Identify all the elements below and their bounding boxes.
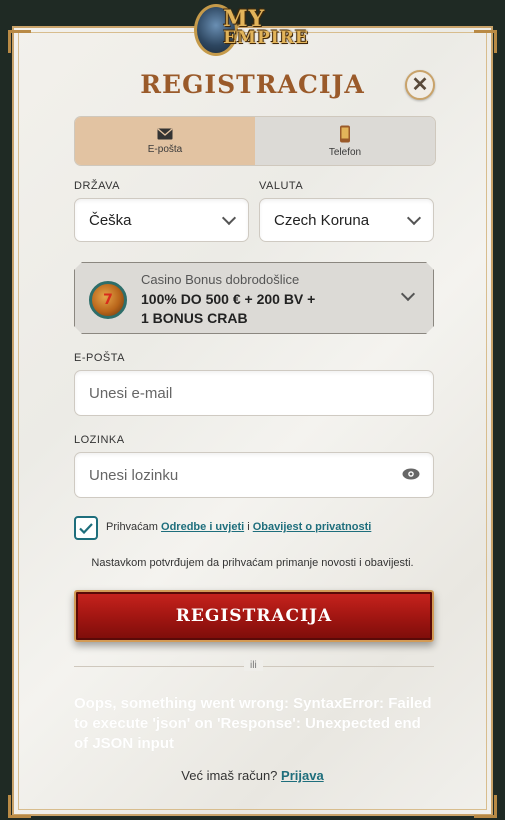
chevron-down-icon: [401, 287, 415, 301]
bonus-subtitle: Casino Bonus dobrodošlice: [141, 272, 300, 287]
consent-sep: i: [247, 521, 250, 533]
or-label: ili: [244, 660, 263, 671]
phone-icon: [340, 125, 350, 142]
password-field[interactable]: [74, 452, 434, 498]
login-prompt: Već imaš račun? Prijava: [0, 768, 505, 783]
country-value: Češka: [89, 211, 132, 229]
close-button[interactable]: ✕: [405, 70, 435, 100]
country-select[interactable]: Češka: [74, 198, 249, 242]
email-label: E-POŠTA: [74, 352, 125, 364]
currency-select[interactable]: Czech Koruna: [259, 198, 434, 242]
logo: MY EMPIRE: [186, 0, 320, 56]
password-label: LOZINKA: [74, 434, 125, 446]
chevron-down-icon: [406, 210, 422, 226]
close-icon: ✕: [411, 74, 429, 96]
tab-phone[interactable]: Telefon: [255, 117, 435, 165]
logo-line2: EMPIRE: [223, 27, 309, 48]
bonus-select[interactable]: 7 Casino Bonus dobrodošlice 100% DO 500 …: [74, 262, 434, 334]
consent-text: Prihvaćam Odredbe i uvjeti i Obavijest o…: [106, 521, 371, 533]
checkmark-icon: [79, 522, 93, 534]
consent-prefix: Prihvaćam: [106, 521, 158, 533]
consent-checkbox[interactable]: [74, 516, 98, 540]
eye-icon[interactable]: [402, 468, 420, 480]
logo-text: MY EMPIRE: [223, 8, 309, 47]
corner-ornament: [474, 30, 497, 53]
country-label: DRŽAVA: [74, 180, 120, 192]
corner-ornament: [474, 795, 497, 818]
tab-phone-label: Telefon: [328, 146, 362, 158]
login-link[interactable]: Prijava: [281, 768, 324, 783]
privacy-link[interactable]: Obavijest o privatnosti: [253, 521, 372, 533]
tab-email[interactable]: E-pošta: [75, 117, 255, 165]
terms-link[interactable]: Odredbe i uvjeti: [161, 521, 244, 533]
bonus-line2: 1 BONUS CRAB: [141, 310, 248, 326]
register-button[interactable]: REGISTRACIJA: [74, 590, 434, 642]
slot-machine-icon: 7: [89, 281, 127, 319]
corner-ornament: [8, 795, 31, 818]
corner-ornament: [8, 30, 31, 53]
tab-bar: E-pošta Telefon: [74, 116, 436, 166]
error-message: Oops, something went wrong: SyntaxError:…: [74, 695, 432, 752]
email-field[interactable]: [74, 370, 434, 416]
login-prompt-text: Već imaš račun?: [181, 768, 278, 783]
chevron-down-icon: [221, 210, 237, 226]
tab-email-label: E-pošta: [147, 143, 183, 155]
currency-value: Czech Koruna: [274, 211, 370, 229]
currency-label: VALUTA: [259, 180, 304, 192]
bonus-offer: 100% DO 500 € + 200 BV + 1 BONUS CRAB: [141, 290, 381, 328]
bonus-line1: 100% DO 500 € + 200 BV +: [141, 291, 316, 307]
envelope-icon: [157, 127, 173, 139]
newsletter-note: Nastavkom potvrđujem da prihvaćam priman…: [91, 557, 414, 569]
